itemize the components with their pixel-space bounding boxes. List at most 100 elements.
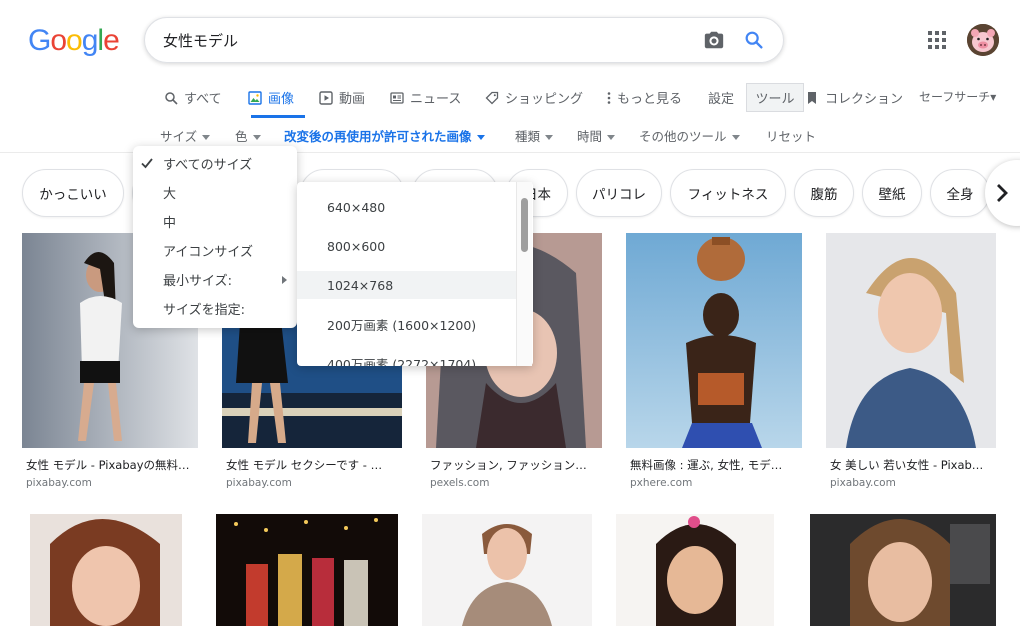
tab-label: ニュース — [410, 92, 462, 107]
tab-more[interactable]: もっと見る — [607, 88, 682, 107]
reset-link[interactable]: リセット — [766, 126, 816, 145]
min-size-option[interactable]: 200万画素 (1600×1200) — [297, 310, 517, 338]
more-vert-icon — [607, 91, 611, 104]
tab-all[interactable]: すべて — [164, 88, 222, 107]
search-tabs: すべて 画像 動画 ニュース ショッピング もっと見る 設定 コレクション セー… — [0, 82, 1020, 118]
chip[interactable]: フィットネス — [670, 169, 786, 217]
menu-item-label: アイコンサイズ — [163, 245, 253, 260]
result-caption[interactable]: 女性 モデル セクシーです - … — [226, 457, 398, 473]
chips-next-button[interactable] — [985, 160, 1020, 226]
time-filter[interactable]: 時間 — [577, 126, 616, 145]
chip[interactable]: 腹筋 — [794, 169, 854, 217]
result-source[interactable]: pixabay.com — [830, 477, 896, 489]
caret-down-icon — [202, 135, 211, 140]
tools-bar: サイズ 色 改変後の再使用が許可された画像 種類 時間 その他のツール リセット — [0, 122, 1020, 146]
result-image[interactable] — [626, 233, 802, 448]
minimum-size-submenu: 640×480 800×600 1024×768 200万画素 (1600×12… — [297, 182, 533, 366]
type-filter-label: 種類 — [515, 129, 541, 144]
result-image[interactable] — [826, 233, 996, 448]
result-image[interactable] — [30, 514, 182, 626]
result-caption[interactable]: ファッション, ファッション… — [430, 457, 600, 473]
apps-grid-icon[interactable] — [928, 31, 946, 49]
menu-item-label: サイズを指定: — [163, 303, 245, 318]
caret-down-icon — [545, 135, 554, 140]
search-icon[interactable] — [743, 29, 765, 51]
google-logo[interactable]: Google — [28, 24, 120, 58]
safesearch-button[interactable]: セーフサーチ▾ — [919, 88, 996, 105]
image-icon — [248, 90, 262, 105]
caret-down-icon — [731, 135, 740, 140]
result-image[interactable] — [810, 514, 996, 626]
tab-videos[interactable]: 動画 — [319, 88, 365, 107]
tools-button[interactable]: ツール — [746, 83, 804, 112]
chip[interactable]: かっこいい — [22, 169, 124, 217]
caret-down-icon — [252, 135, 261, 140]
search-box — [144, 17, 784, 63]
size-option-large[interactable]: 大 — [133, 178, 297, 207]
result-source[interactable]: pixabay.com — [226, 477, 292, 489]
menu-item-label: すべてのサイズ — [163, 158, 253, 173]
tab-shopping[interactable]: ショッピング — [485, 88, 583, 107]
min-size-option[interactable]: 400万画素 (2272×1704) — [297, 349, 517, 367]
search-input[interactable] — [163, 31, 703, 49]
logo-letter: G — [28, 24, 51, 57]
type-filter[interactable]: 種類 — [515, 126, 554, 145]
model-photo-image — [810, 514, 996, 626]
size-option-icon[interactable]: アイコンサイズ — [133, 236, 297, 265]
result-image[interactable] — [422, 514, 592, 626]
result-caption[interactable]: 女性 モデル - Pixabayの無料… — [26, 457, 196, 473]
size-option-medium[interactable]: 中 — [133, 207, 297, 236]
menu-item-label: 最小サイズ: — [163, 274, 232, 289]
result-caption[interactable]: 無料画像 : 運ぶ, 女性, モデ… — [630, 457, 800, 473]
tab-settings[interactable]: 設定 — [708, 88, 734, 107]
menu-item-label: 大 — [163, 187, 177, 202]
size-option-all[interactable]: すべてのサイズ — [133, 149, 297, 178]
min-size-option-highlighted[interactable]: 1024×768 — [297, 271, 517, 299]
camera-icon[interactable] — [703, 29, 725, 51]
color-filter[interactable]: 色 — [235, 126, 261, 145]
chip[interactable]: パリコレ — [576, 169, 662, 217]
result-source[interactable]: pxhere.com — [630, 477, 692, 489]
tab-collections[interactable]: コレクション — [805, 88, 903, 107]
pig-avatar-icon — [967, 24, 999, 56]
usage-rights-filter[interactable]: 改変後の再使用が許可された画像 — [284, 126, 485, 145]
tab-label: コレクション — [825, 92, 904, 107]
tab-label: セーフサーチ▾ — [919, 90, 997, 104]
size-option-minimum[interactable]: 最小サイズ: — [133, 265, 297, 294]
tab-images[interactable]: 画像 — [248, 88, 294, 107]
size-dropdown-menu: すべてのサイズ 大 中 アイコンサイズ 最小サイズ: サイズを指定: — [133, 146, 297, 328]
result-source[interactable]: pexels.com — [430, 477, 489, 489]
caret-down-icon — [607, 135, 616, 140]
result-image[interactable] — [216, 514, 398, 626]
other-tools-filter[interactable]: その他のツール — [639, 126, 740, 145]
tag-icon — [485, 91, 499, 104]
submenu-arrow-icon — [282, 276, 287, 284]
bookmark-icon — [808, 91, 816, 104]
tab-label: もっと見る — [617, 92, 683, 107]
logo-letter: g — [81, 24, 99, 57]
tab-label: 画像 — [268, 92, 295, 107]
usage-rights-label: 改変後の再使用が許可された画像 — [284, 129, 472, 144]
check-icon — [141, 158, 153, 169]
size-option-custom[interactable]: サイズを指定: — [133, 294, 297, 323]
tab-news[interactable]: ニュース — [390, 88, 461, 107]
chip[interactable]: 全身 — [930, 169, 990, 217]
news-icon — [390, 91, 404, 104]
active-tab-indicator — [251, 115, 305, 118]
size-filter[interactable]: サイズ — [160, 126, 211, 145]
avatar[interactable] — [967, 24, 999, 56]
model-photo-image — [626, 233, 802, 448]
submenu-scrollbar-thumb[interactable] — [521, 198, 528, 252]
result-caption[interactable]: 女 美しい 若い女性 - Pixab… — [830, 457, 996, 473]
result-image[interactable] — [616, 514, 774, 626]
chip[interactable]: 壁紙 — [862, 169, 922, 217]
menu-item-label: 中 — [163, 216, 177, 231]
result-source[interactable]: pixabay.com — [26, 477, 92, 489]
other-tools-label: その他のツール — [639, 129, 727, 144]
color-filter-label: 色 — [235, 129, 248, 144]
min-size-option[interactable]: 640×480 — [297, 193, 517, 221]
model-photo-image — [616, 514, 774, 626]
min-size-option[interactable]: 800×600 — [297, 232, 517, 260]
caret-down-icon — [476, 135, 485, 140]
video-icon — [319, 90, 333, 105]
